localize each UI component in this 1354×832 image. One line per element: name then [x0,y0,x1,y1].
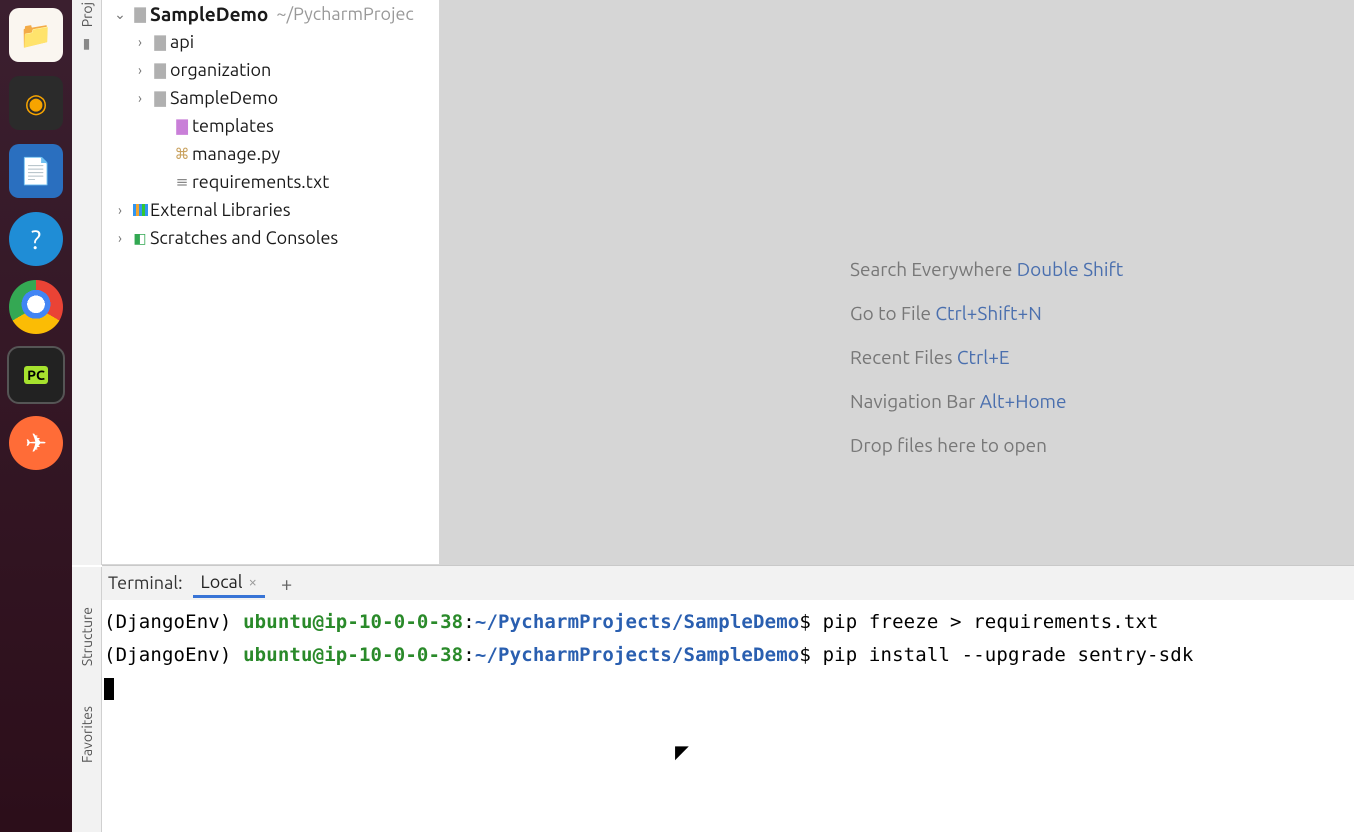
terminal-body[interactable]: (DjangoEnv) ubuntu@ip-10-0-0-38:~/Pychar… [102,600,1354,832]
folder-icon: ▮ [83,35,91,52]
folder-icon: ▇ [150,33,170,51]
hint-goto: Go to File Ctrl+Shift+N [850,302,1123,324]
launcher-chrome[interactable] [9,280,63,334]
tree-item-organization[interactable]: › ▇ organization [102,56,439,84]
tree-root[interactable]: ⌄ ▇ SampleDemo ~/PycharmProjec [102,0,439,28]
tree-label: External Libraries [150,200,291,220]
terminal-title: Terminal: [108,573,183,593]
tree-label: templates [192,116,274,136]
tree-item-requirements[interactable]: ≡ requirements.txt [102,168,439,196]
root-path: ~/PycharmProjec [276,4,413,24]
terminal-tab-local[interactable]: Local × [193,569,265,598]
chevron-right-icon[interactable]: › [130,62,150,78]
project-tree[interactable]: ⌄ ▇ SampleDemo ~/PycharmProjec › ▇ api ›… [102,0,440,565]
tree-item-templates[interactable]: ▇ templates [102,112,439,140]
toolwindow-structure-label[interactable]: Structure [79,607,95,666]
tree-label: SampleDemo [170,88,278,108]
terminal-line: (DjangoEnv) ubuntu@ip-10-0-0-38:~/Pychar… [104,639,1352,672]
tree-label: Scratches and Consoles [150,228,338,248]
terminal-line: (DjangoEnv) ubuntu@ip-10-0-0-38:~/Pychar… [104,606,1352,639]
tree-label: requirements.txt [192,172,329,192]
folder-icon: ▇ [172,117,192,135]
launcher-rhythmbox[interactable]: ◉ [9,76,63,130]
ubuntu-launcher: 📁 ◉ 📄 ? ✈ [0,0,72,832]
chevron-right-icon[interactable]: › [110,202,130,218]
tree-scratches[interactable]: › ◧ Scratches and Consoles [102,224,439,252]
launcher-postman[interactable]: ✈ [9,416,63,470]
tree-item-manage-py[interactable]: ⌘ manage.py [102,140,439,168]
terminal-panel: Terminal: Local × + (DjangoEnv) ubuntu@i… [102,565,1354,832]
hint-drop: Drop files here to open [850,434,1123,456]
editor-empty-area[interactable]: Search Everywhere Double Shift Go to Fil… [440,0,1354,565]
tree-external-libraries[interactable]: › External Libraries [102,196,439,224]
hint-nav: Navigation Bar Alt+Home [850,390,1123,412]
scratches-icon: ◧ [130,230,150,247]
chevron-right-icon[interactable]: › [130,90,150,106]
toolwindow-bottom-gutter: Structure Favorites [72,567,102,832]
external-libraries-icon [130,202,150,219]
python-file-icon: ⌘ [172,145,192,163]
tree-label: organization [170,60,271,80]
tree-item-sampledemo[interactable]: › ▇ SampleDemo [102,84,439,112]
folder-icon: ▇ [150,61,170,79]
terminal-cursor [104,678,114,700]
tree-item-api[interactable]: › ▇ api [102,28,439,56]
toolwindow-favorites-label[interactable]: Favorites [79,706,95,763]
terminal-add-tab[interactable]: + [275,572,298,595]
tree-label: api [170,32,194,52]
text-file-icon: ≡ [172,173,192,191]
toolwindow-left-gutter: Proj ▮ [72,0,102,565]
welcome-hints: Search Everywhere Double Shift Go to Fil… [850,258,1123,456]
hint-search: Search Everywhere Double Shift [850,258,1123,280]
chevron-right-icon[interactable]: › [110,230,130,246]
root-name: SampleDemo [150,3,268,25]
folder-icon: ▇ [130,5,150,23]
launcher-help[interactable]: ? [9,212,63,266]
pycharm-window: Proj ▮ ⌄ ▇ SampleDemo ~/PycharmProjec › … [72,0,1354,832]
terminal-tab-label: Local [201,572,243,592]
launcher-writer[interactable]: 📄 [9,144,63,198]
terminal-tabs: Terminal: Local × + [102,566,1354,600]
launcher-pycharm[interactable] [9,348,63,402]
chevron-right-icon[interactable]: › [130,34,150,50]
folder-icon: ▇ [150,89,170,107]
launcher-files[interactable]: 📁 [9,8,63,62]
ide-upper-area: Proj ▮ ⌄ ▇ SampleDemo ~/PycharmProjec › … [72,0,1354,565]
tree-label: manage.py [192,144,280,164]
hint-recent: Recent Files Ctrl+E [850,346,1123,368]
toolwindow-project-label[interactable]: Proj [79,2,95,27]
close-icon[interactable]: × [249,573,257,590]
chevron-down-icon[interactable]: ⌄ [110,6,130,23]
